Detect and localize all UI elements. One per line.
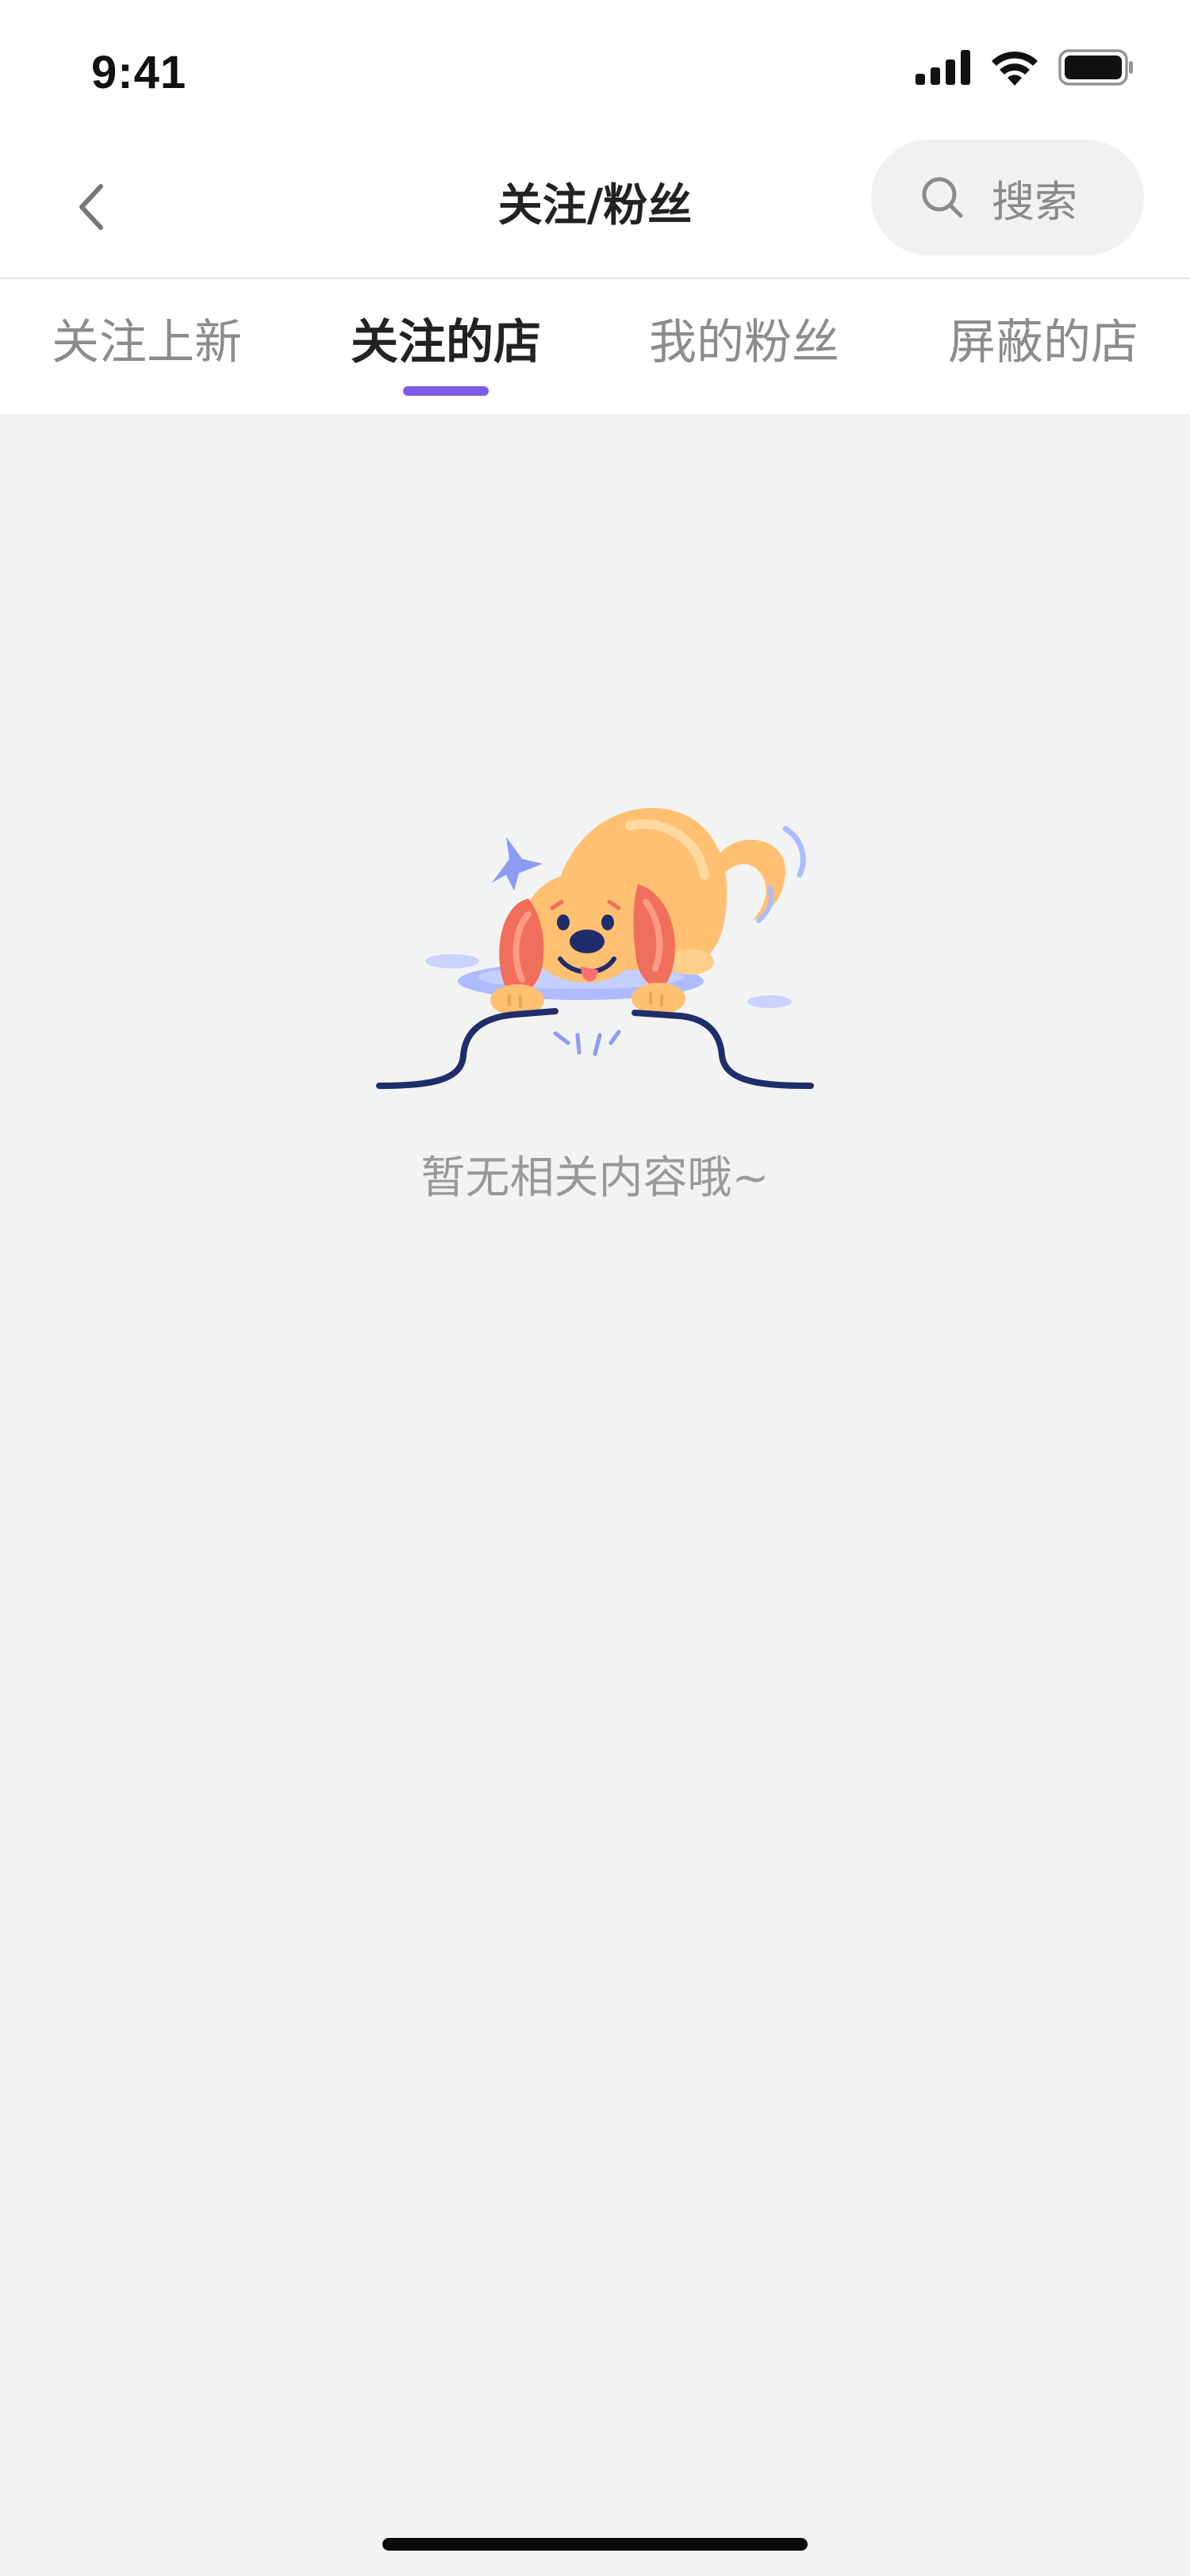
search-label: 搜索 [992,176,1077,227]
tab-blocked-shops[interactable]: 屏蔽的店 [916,303,1170,390]
tab-following-new[interactable]: 关注上新 [20,303,274,390]
active-tab-indicator [403,386,489,396]
empty-state-message: 暂无相关内容哦~ [420,1152,770,1204]
status-icons [916,49,1134,86]
wifi-icon [992,51,1038,86]
search-icon [922,177,963,218]
status-time: 9:41 [91,47,187,98]
tab-my-fans[interactable]: 我的粉丝 [617,303,871,390]
search-button[interactable]: 搜索 [871,140,1144,255]
nav-header: 关注/粉丝 搜索 [0,135,1190,279]
dog-digging-illustration [376,807,814,1089]
tab-bar: 关注上新 关注的店 我的粉丝 屏蔽的店 [0,279,1190,414]
status-bar: 9:41 [0,0,1190,143]
tab-followed-shops[interactable]: 关注的店 [319,303,573,390]
battery-icon [1058,49,1133,86]
cellular-signal-icon [916,50,970,85]
home-indicator[interactable] [382,2538,808,2551]
